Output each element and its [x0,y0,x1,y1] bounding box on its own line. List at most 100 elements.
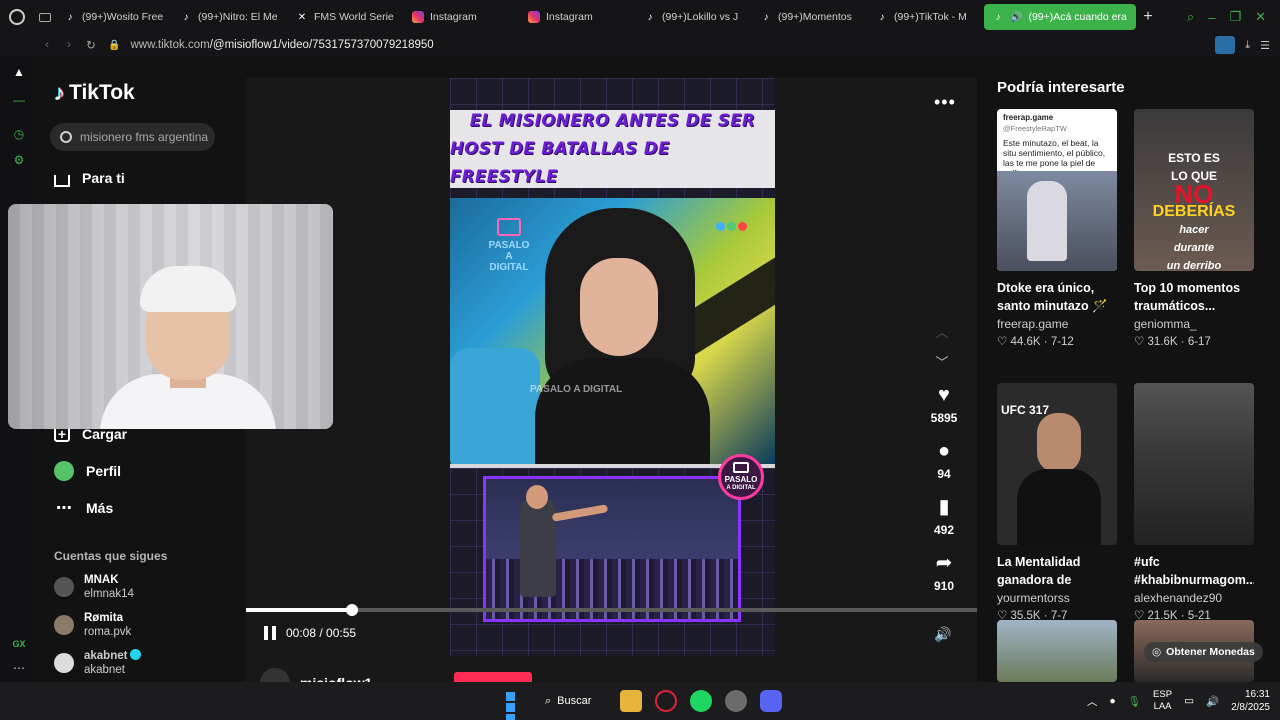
browser-tab[interactable]: Instagram [520,4,636,30]
close-icon[interactable]: ✕ [1255,9,1266,25]
tab-switch-icon[interactable] [34,0,56,34]
follow-button[interactable] [454,672,532,682]
settings-icon[interactable]: ⚙ [11,152,27,168]
instagram-icon [412,11,424,23]
action-bar: ♥ 5895 ● 94 ▮ 492 ➦ 910 [914,383,974,607]
search-tabs-icon[interactable]: ⌕ [1187,9,1194,25]
get-coins-button[interactable]: ◎ Obtener Monedas [1144,642,1263,662]
share-icon: ➦ [935,552,953,574]
tray-chevron-icon[interactable]: ︿ [1087,694,1098,709]
tiktok-icon: ♪ [647,11,653,23]
lock-icon[interactable]: 🔒 [108,40,120,51]
inset-performer-head [526,485,548,509]
video-player[interactable]: EL MISIONERO ANTES DE SER HOST DE BATALL… [246,78,977,682]
browser-tab[interactable]: ♪ (99+)TikTok - M [868,4,984,30]
progress-bar[interactable] [246,604,977,616]
browser-tab[interactable]: ♪ (99+)Nitro: El Me [172,4,288,30]
followed-account[interactable]: akabnet akabnet [54,649,142,677]
playback-controls: 00:08 / 00:55 [264,626,356,640]
maximize-icon[interactable]: ❐ [1229,9,1241,25]
webcam-overlay [8,204,333,429]
screen: ♪ (99+)Wosito Free ♪ (99+)Nitro: El Me ✕ FM… [0,0,1280,720]
video-author[interactable]: misioflow1 [260,668,372,682]
url-field[interactable]: www.tiktok.com/@misioflow1/video/7531757… [130,39,433,51]
search-icon [60,131,72,143]
recommendation-card[interactable]: #ufc #khabibnurmagom... alexhenandez90 ♡… [1134,383,1254,622]
next-video-icon[interactable]: ﹀ [934,352,950,371]
recommendation-card[interactable]: freerap.game @FreestyleRapTW Este minutazo… [997,109,1117,348]
avatar [260,668,290,682]
nav-item-more[interactable]: ⋯ Más [54,498,113,518]
inset-clip [483,476,741,622]
followed-account[interactable]: Rømita roma.pvk [54,611,131,639]
thumb-shirt [1017,469,1101,545]
forward-icon[interactable]: › [58,39,80,51]
history-icon[interactable]: ◷ [11,126,27,142]
file-explorer-icon[interactable] [620,690,642,712]
search-input[interactable]: misionero fms argentina [50,123,215,151]
recommendation-card[interactable] [997,620,1117,682]
share-button[interactable]: ➦ 910 [934,551,954,593]
clip-face [580,258,658,356]
windows-start-icon[interactable] [499,690,521,720]
discord-icon[interactable] [760,690,782,712]
comment-button[interactable]: ● 94 [937,439,950,481]
followed-account[interactable]: MNAK elmnak14 [54,573,134,601]
recommendation-thumb [997,620,1117,682]
channel-dots-icon [716,222,747,231]
aria-icon[interactable]: ▲ [11,64,27,80]
browser-tab[interactable]: ♪ (99+)Lokillo vs J [636,4,752,30]
save-button[interactable]: ▮ 492 [934,495,954,537]
inset-performer [520,497,556,597]
display-icon[interactable]: ▭ [1184,695,1194,707]
minimize-icon[interactable]: – [1208,10,1215,25]
tiktok-logo[interactable]: ♪ TikTok [54,80,135,106]
progress-fill [246,608,352,612]
easy-setup-icon[interactable]: ☰ [1260,39,1270,52]
browser-tab[interactable]: ♪ (99+)Wosito Free [56,4,172,30]
speaker-icon[interactable]: 🔊 [1010,12,1022,23]
divider-icon: — [13,93,25,107]
app-icon[interactable] [725,690,747,712]
volume-icon[interactable]: 🔊 [934,626,951,643]
coin-icon: ◎ [1152,646,1162,658]
nav-item-profile[interactable]: Perfil [54,461,121,481]
recommendation-card[interactable]: ESTO ES LO QUE NO DEBERÍAS hacer durante… [1134,109,1254,348]
video-more-icon[interactable]: ••• [934,92,956,113]
extension-icon[interactable] [1215,36,1236,54]
taskbar-search[interactable]: ⌕ Buscar [537,690,599,712]
tiktok-icon: ♪ [879,11,885,23]
nav-item-for-you[interactable]: Para ti [54,169,125,187]
thumb-person [1037,413,1081,473]
browser-tab[interactable]: Instagram [404,4,520,30]
sidebar-more-icon[interactable]: ⋯ [11,660,27,676]
thumb-overlay-text: ESTO ES LO QUE NO DEBERÍAS hacer durante… [1152,151,1236,271]
thumb-person [1027,181,1067,261]
reload-icon[interactable]: ↻ [80,38,102,52]
browser-tab[interactable]: ♪ (99+)Momentos [752,4,868,30]
back-icon[interactable]: ‹ [36,39,58,51]
tiktok-icon: ♪ [763,11,769,23]
previous-video-icon[interactable]: ︿ [934,322,950,341]
instagram-icon [528,11,540,23]
window-controls: ⌕ – ❐ ✕ [1187,0,1280,34]
tray-app-icon[interactable]: ● [1109,695,1115,707]
language-indicator[interactable]: ESP LAA [1153,689,1172,713]
pause-button[interactable] [264,626,276,640]
gx-icon[interactable]: GX [11,636,27,652]
progress-handle[interactable] [345,604,358,616]
new-tab-button[interactable]: + [1136,8,1160,26]
spotify-icon[interactable] [690,690,712,712]
opera-gx-icon[interactable] [655,690,677,712]
like-button[interactable]: ♥ 5895 [931,383,958,425]
download-icon[interactable]: ⤓ [1245,39,1250,52]
video-frame[interactable]: EL MISIONERO ANTES DE SER HOST DE BATALL… [450,78,775,656]
clock[interactable]: 16:31 2/8/2025 [1231,688,1270,714]
opera-menu-icon[interactable] [0,0,34,34]
recommendation-card[interactable]: UFC 317 La Mentalidad ganadora de Topuri… [997,383,1117,622]
volume-tray-icon[interactable]: 🔊 [1206,695,1219,708]
heart-icon: ♥ [938,384,950,406]
browser-tab-active[interactable]: ♪ 🔊 (99+)Acá cuando era [984,4,1136,30]
microphone-icon[interactable]: 🎙 [1128,695,1141,708]
browser-tab[interactable]: ✕ FMS World Serie [288,4,404,30]
